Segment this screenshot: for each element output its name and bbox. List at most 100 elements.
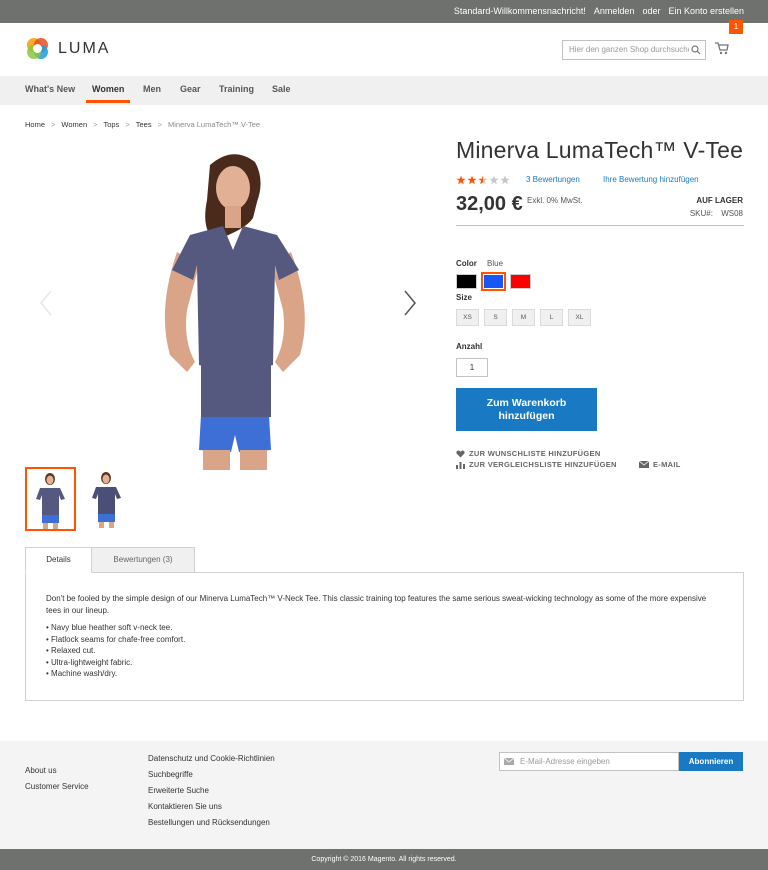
size-options: XS S M L XL xyxy=(456,309,591,326)
sku: SKU#: WS08 xyxy=(690,209,743,218)
sku-value: WS08 xyxy=(721,209,743,218)
sign-in-link[interactable]: Anmelden xyxy=(594,6,635,16)
quantity-label: Anzahl xyxy=(456,342,483,351)
search-placeholder: Hier den ganzen Shop durchsuchen... xyxy=(569,45,689,54)
nav-women[interactable]: Women xyxy=(86,84,131,103)
breadcrumb-separator: > xyxy=(93,120,98,129)
bar-chart-icon xyxy=(456,461,465,469)
footer-orders-returns[interactable]: Bestellungen und Rücksendungen xyxy=(148,818,270,827)
envelope-icon xyxy=(639,461,649,468)
nav-men[interactable]: Men xyxy=(143,84,161,94)
feature-item: • Relaxed cut. xyxy=(46,646,96,655)
welcome-message: Standard-Willkommensnachricht! xyxy=(453,6,586,16)
tax-note: Exkl. 0% MwSt. xyxy=(527,196,583,205)
gallery-thumbnails xyxy=(25,467,133,531)
subscribe-button[interactable]: Abonnieren xyxy=(679,752,743,771)
wishlist-link[interactable]: ZUR WUNSCHLISTE HINZUFÜGEN xyxy=(456,449,601,458)
product-main-image[interactable] xyxy=(115,140,355,470)
add-review-link[interactable]: Ihre Bewertung hinzufügen xyxy=(603,175,699,184)
heart-icon xyxy=(456,450,465,457)
gallery-prev-icon[interactable] xyxy=(39,290,53,316)
breadcrumb-separator: > xyxy=(51,120,56,129)
wishlist-label: ZUR WUNSCHLISTE HINZUFÜGEN xyxy=(469,449,601,458)
feature-item: • Navy blue heather soft v-neck tee. xyxy=(46,623,173,632)
product-price: 32,00 € xyxy=(456,193,523,215)
nav-gear[interactable]: Gear xyxy=(180,84,201,94)
stock-status: AUF LAGER xyxy=(696,196,743,205)
or-text: oder xyxy=(642,6,661,16)
compare-link[interactable]: ZUR VERGLEICHSLISTE HINZUFÜGEN xyxy=(456,460,617,469)
page-header: LUMA Hier den ganzen Shop durchsuchen... xyxy=(0,23,768,76)
color-swatches xyxy=(456,272,531,291)
breadcrumb-separator: > xyxy=(157,120,162,129)
swatch-black[interactable] xyxy=(456,274,477,289)
search-input[interactable]: Hier den ganzen Shop durchsuchen... xyxy=(562,40,706,60)
reviews-link[interactable]: 3 Bewertungen xyxy=(526,175,580,184)
compare-label: ZUR VERGLEICHSLISTE HINZUFÜGEN xyxy=(469,460,617,469)
star-icon xyxy=(467,175,477,185)
nav-training[interactable]: Training xyxy=(219,84,254,94)
tab-details[interactable]: Details xyxy=(25,547,92,573)
footer-advanced-search[interactable]: Erweiterte Suche xyxy=(148,786,209,795)
breadcrumb-separator: > xyxy=(125,120,130,129)
color-selected-value: Blue xyxy=(487,259,504,268)
star-empty-icon xyxy=(489,175,499,185)
breadcrumb-tops[interactable]: Tops xyxy=(104,120,120,129)
footer-privacy[interactable]: Datenschutz und Cookie-Richtlinien xyxy=(148,754,275,763)
size-s[interactable]: S xyxy=(484,309,507,326)
swatch-red[interactable] xyxy=(510,274,531,289)
nav-whats-new[interactable]: What's New xyxy=(25,84,75,94)
quantity-input[interactable]: 1 xyxy=(456,358,488,377)
logo-text: LUMA xyxy=(58,39,111,57)
luma-logo-icon xyxy=(25,36,50,61)
star-icon xyxy=(456,175,466,185)
size-xs[interactable]: XS xyxy=(456,309,479,326)
cart-count-badge[interactable]: 1 xyxy=(729,20,743,34)
email-label: E-MAIL xyxy=(653,460,681,469)
star-half-icon xyxy=(478,175,488,185)
breadcrumb-home[interactable]: Home xyxy=(25,120,45,129)
tab-reviews[interactable]: Bewertungen (3) xyxy=(91,547,195,573)
swatch-blue[interactable] xyxy=(481,272,506,291)
email-link[interactable]: E-MAIL xyxy=(639,460,681,469)
footer-customer-service[interactable]: Customer Service xyxy=(25,782,89,791)
rating-stars xyxy=(456,175,510,185)
cart-icon[interactable] xyxy=(715,42,729,57)
color-label: Color xyxy=(456,259,477,268)
feature-item: • Flatlock seams for chafe-free comfort. xyxy=(46,634,186,644)
logo[interactable]: LUMA xyxy=(25,36,110,61)
breadcrumb-women[interactable]: Women xyxy=(61,120,87,129)
divider xyxy=(456,225,744,226)
search-icon[interactable] xyxy=(691,45,701,55)
sku-label: SKU#: xyxy=(689,209,713,218)
breadcrumb-current: Minerva LumaTech™ V-Tee xyxy=(167,120,261,129)
create-account-link[interactable]: Ein Konto erstellen xyxy=(668,6,744,16)
tab-panel-details: Don't be fooled by the simple design of … xyxy=(25,572,744,701)
product-title: Minerva LumaTech™ V-Tee xyxy=(456,137,744,163)
footer-about-us[interactable]: About us xyxy=(25,766,57,775)
gallery-next-icon[interactable] xyxy=(403,290,417,316)
product-description: Don't be fooled by the simple design of … xyxy=(46,594,707,615)
feature-list: • Navy blue heather soft v-neck tee. • F… xyxy=(46,622,723,680)
thumbnail-1[interactable] xyxy=(25,467,76,531)
add-to-cart-button[interactable]: Zum Warenkorb hinzufügen xyxy=(456,388,597,431)
feature-item: • Machine wash/dry. xyxy=(46,669,118,678)
header-links: Standard-Willkommensnachricht! Anmelden … xyxy=(454,6,744,16)
product-gallery xyxy=(25,140,435,470)
footer-search-terms[interactable]: Suchbegriffe xyxy=(148,770,193,779)
newsletter-email-input[interactable]: E-Mail-Adresse eingeben xyxy=(499,752,679,771)
size-xl[interactable]: XL xyxy=(568,309,591,326)
main-navigation: What's New Women Men Gear Training Sale xyxy=(0,76,768,105)
star-empty-icon xyxy=(500,175,510,185)
size-m[interactable]: M xyxy=(512,309,535,326)
envelope-icon xyxy=(503,757,515,767)
breadcrumb-tees[interactable]: Tees xyxy=(136,120,152,129)
size-label: Size xyxy=(456,293,473,302)
nav-sale[interactable]: Sale xyxy=(272,84,291,94)
thumbnail-2[interactable] xyxy=(82,467,133,531)
footer-contact[interactable]: Kontaktieren Sie uns xyxy=(148,802,222,811)
copyright: Copyright © 2016 Magento. All rights res… xyxy=(0,849,768,870)
top-bar: Standard-Willkommensnachricht! Anmelden … xyxy=(0,0,768,23)
feature-item: • Ultra-lightweight fabric. xyxy=(46,657,133,667)
size-l[interactable]: L xyxy=(540,309,563,326)
